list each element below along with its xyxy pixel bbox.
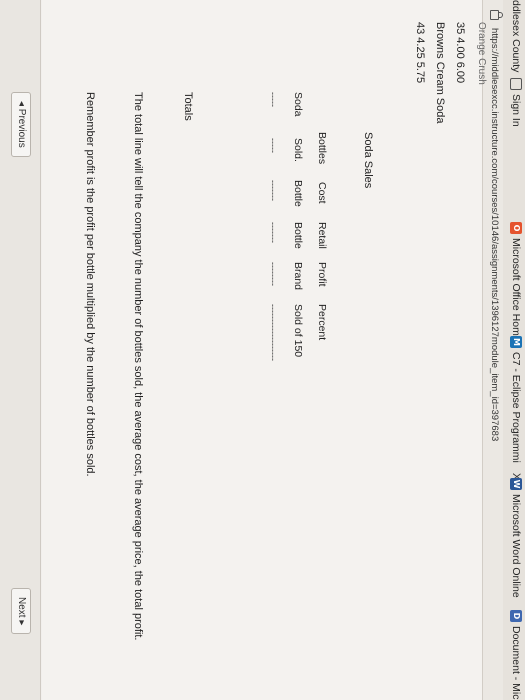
header-percent: Percent <box>316 304 328 341</box>
header-bottle-2: Bottle <box>292 222 304 249</box>
separator-dash: ----- <box>268 92 278 107</box>
module-navigation: ◂ Previous Next ▸ <box>0 0 41 700</box>
previous-button[interactable]: ◂ Previous <box>11 92 31 157</box>
header-cost: Cost <box>316 182 328 204</box>
bookmark-label: Microsoft Office Home <box>510 238 522 342</box>
cut-off-line: Orange Crush <box>476 22 487 85</box>
header-sold: Sold. <box>292 138 304 162</box>
url-text[interactable]: https://middlesexcc.instructure.com/cour… <box>489 28 500 441</box>
bookmark-label: ddlesex County <box>510 0 522 73</box>
screenshot-stage: ddlesex County Sign In O Microsoft Offic… <box>0 0 525 700</box>
header-brand: Brand <box>292 262 304 291</box>
bookmark-label: Document - Micr <box>510 626 522 700</box>
separator-dash: -------- <box>268 262 278 286</box>
data-line-1: 35 4.00 6.00 <box>454 22 466 84</box>
bookmark-sign-in[interactable]: Sign In <box>510 78 522 127</box>
instruction-paragraph-2: Remember profit is the profit per bottle… <box>84 92 96 477</box>
browser-view: ddlesex County Sign In O Microsoft Offic… <box>0 0 525 700</box>
totals-label: Totals <box>182 92 194 121</box>
lock-icon <box>490 10 499 20</box>
next-button[interactable]: Next ▸ <box>11 588 31 635</box>
bookmark-label: C7 - Eclipse Programmi <box>510 352 522 463</box>
m-icon: M <box>510 336 522 348</box>
address-bar[interactable]: https://middlesexcc.instructure.com/cour… <box>482 0 503 700</box>
header-bottle-1: Bottle <box>292 180 304 207</box>
doc-icon: D <box>510 610 522 622</box>
header-bottles: Bottles <box>316 132 328 165</box>
office-icon: O <box>510 222 522 234</box>
data-line-3: 43 4.25 5.75 <box>414 22 426 84</box>
header-soda: Soda <box>292 92 304 117</box>
separator-dash: ------------------- <box>268 304 278 361</box>
bookmark-label: Sign In <box>510 94 522 127</box>
bookmark-document[interactable]: D Document - Micr <box>510 610 522 700</box>
separator-dash: ------- <box>268 222 278 243</box>
instruction-paragraph-1: The total line will tell the company the… <box>132 92 144 641</box>
box-icon <box>510 78 522 90</box>
bookmark-office-home[interactable]: O Microsoft Office Home <box>510 222 522 342</box>
bookmark-label: Microsoft Word Online <box>510 494 522 598</box>
header-retail: Retail <box>316 222 328 249</box>
bookmark-middlesex-county[interactable]: ddlesex County <box>510 0 522 72</box>
bookmark-eclipse[interactable]: M C7 - Eclipse Programmi X <box>510 336 522 480</box>
word-icon: W <box>510 478 522 490</box>
bookmarks-bar: ddlesex County Sign In O Microsoft Offic… <box>502 0 525 700</box>
assignment-content: Orange Crush 35 4.00 6.00 Browns Cream S… <box>42 0 487 700</box>
separator-dash: ------- <box>268 180 278 201</box>
separator-dash: ----- <box>268 138 278 153</box>
bookmark-word-online[interactable]: W Microsoft Word Online <box>510 478 522 598</box>
table-title: Soda Sales <box>362 132 374 189</box>
data-line-2: Browns Cream Soda <box>434 22 446 124</box>
header-profit: Profit <box>316 262 328 287</box>
header-sold-of-150: Sold of 150 <box>292 304 304 358</box>
